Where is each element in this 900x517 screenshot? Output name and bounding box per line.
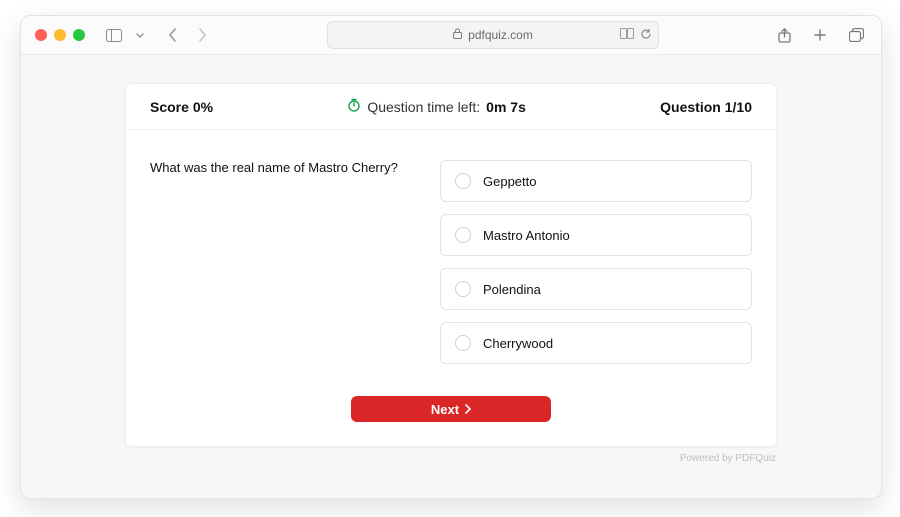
answer-option-label: Mastro Antonio bbox=[483, 228, 570, 243]
timer-value: 0m 7s bbox=[486, 99, 526, 115]
new-tab-button[interactable] bbox=[809, 24, 831, 46]
timer-display: Question time left: 0m 7s bbox=[347, 98, 526, 115]
score-display: Score 0% bbox=[150, 99, 213, 115]
back-button[interactable] bbox=[161, 24, 183, 46]
question-counter-label: Question bbox=[660, 99, 721, 115]
question-text: What was the real name of Mastro Cherry? bbox=[150, 160, 410, 364]
address-bar-text: pdfquiz.com bbox=[468, 28, 533, 42]
reload-button[interactable] bbox=[640, 28, 652, 43]
minimize-window-button[interactable] bbox=[54, 29, 66, 41]
powered-by-footer: Powered by PDFQuiz bbox=[126, 453, 776, 464]
answer-option[interactable]: Mastro Antonio bbox=[440, 214, 752, 256]
timer-label: Question time left: bbox=[367, 99, 480, 115]
answer-option[interactable]: Geppetto bbox=[440, 160, 752, 202]
lock-icon bbox=[453, 28, 462, 42]
chevron-right-icon bbox=[465, 404, 471, 414]
answer-option-label: Polendina bbox=[483, 282, 541, 297]
answer-option[interactable]: Polendina bbox=[440, 268, 752, 310]
forward-button[interactable] bbox=[191, 24, 213, 46]
titlebar: pdfquiz.com bbox=[21, 16, 881, 55]
answer-option[interactable]: Cherrywood bbox=[440, 322, 752, 364]
reader-icon[interactable] bbox=[620, 28, 634, 43]
quiz-card: Score 0% Question time left: 0m 7s Quest… bbox=[125, 83, 777, 447]
score-value: 0% bbox=[193, 99, 213, 115]
close-window-button[interactable] bbox=[35, 29, 47, 41]
stopwatch-icon bbox=[347, 98, 361, 115]
radio-icon bbox=[455, 281, 471, 297]
radio-icon bbox=[455, 227, 471, 243]
address-bar[interactable]: pdfquiz.com bbox=[327, 21, 659, 49]
window-controls bbox=[35, 29, 85, 41]
question-counter-value: 1/10 bbox=[725, 99, 752, 115]
chevron-down-icon[interactable] bbox=[133, 24, 147, 46]
score-label: Score bbox=[150, 99, 189, 115]
next-button-label: Next bbox=[431, 402, 459, 417]
tabs-overview-button[interactable] bbox=[845, 24, 867, 46]
next-button[interactable]: Next bbox=[351, 396, 551, 422]
question-counter: Question 1/10 bbox=[660, 99, 752, 115]
radio-icon bbox=[455, 173, 471, 189]
answer-option-label: Cherrywood bbox=[483, 336, 553, 351]
radio-icon bbox=[455, 335, 471, 351]
maximize-window-button[interactable] bbox=[73, 29, 85, 41]
sidebar-toggle-button[interactable] bbox=[103, 24, 125, 46]
page-content: Score 0% Question time left: 0m 7s Quest… bbox=[21, 55, 881, 498]
answer-option-label: Geppetto bbox=[483, 174, 537, 189]
share-button[interactable] bbox=[773, 24, 795, 46]
quiz-header: Score 0% Question time left: 0m 7s Quest… bbox=[126, 84, 776, 130]
browser-window: pdfquiz.com bbox=[20, 15, 882, 499]
answer-options: Geppetto Mastro Antonio Polendina C bbox=[440, 160, 752, 364]
